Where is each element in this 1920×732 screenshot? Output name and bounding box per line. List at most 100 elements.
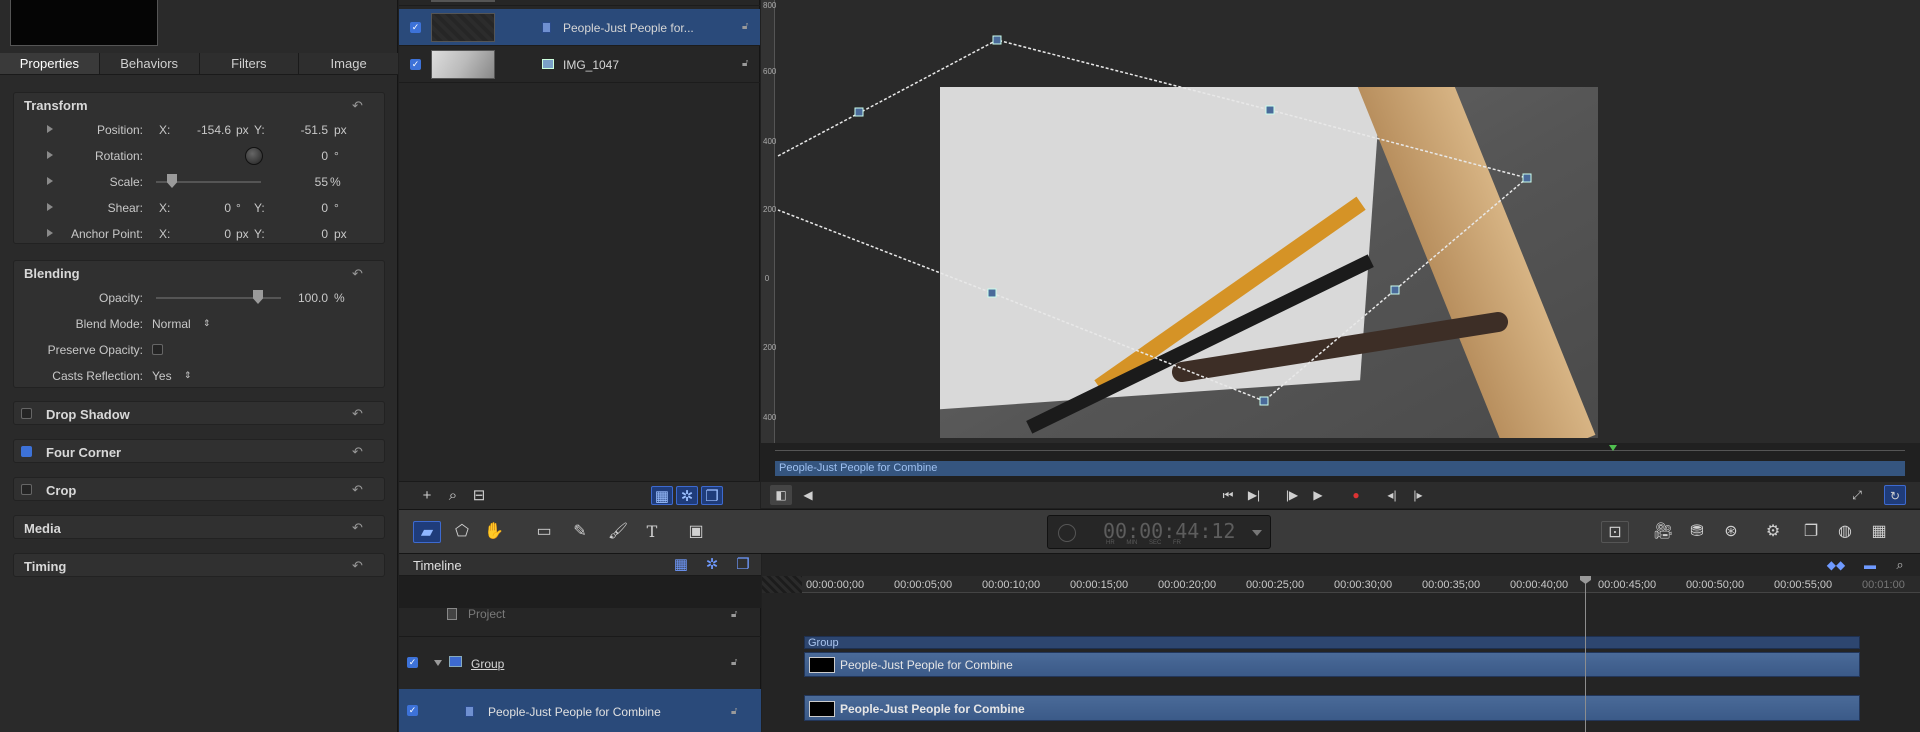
crop-reset-icon[interactable]: ↶: [352, 483, 364, 496]
timeline-ruler[interactable]: 00:00:00;00 00:00:05;00 00:00:10;00 00:0…: [762, 576, 1920, 593]
corner-handle[interactable]: [992, 35, 1002, 45]
filters-icon[interactable]: ◍: [1831, 521, 1859, 543]
crop-section[interactable]: Crop ↶: [13, 477, 385, 501]
show-layers-icon[interactable]: ▦: [670, 555, 692, 574]
opacity-field[interactable]: 100.0: [288, 291, 328, 305]
casts-reflection-select[interactable]: Yes: [152, 369, 172, 383]
four-corner-checkbox[interactable]: [21, 446, 32, 457]
edge-handle[interactable]: [987, 288, 997, 298]
four-corner-reset-icon[interactable]: ↶: [352, 445, 364, 458]
lock-icon[interactable]: 🔓︎: [742, 59, 752, 69]
mask-tool-icon[interactable]: ▣: [681, 521, 711, 543]
lock-icon[interactable]: 🔓︎: [731, 707, 741, 717]
four-corner-section[interactable]: Four Corner ↶: [13, 439, 385, 463]
crop-checkbox[interactable]: [21, 484, 32, 495]
play-range-end-icon[interactable]: |▸: [1407, 485, 1429, 505]
opacity-slider-thumb[interactable]: [253, 290, 263, 304]
toggle-panel-icon[interactable]: ◧: [770, 485, 792, 505]
blending-reset-icon[interactable]: ↶: [352, 267, 364, 280]
position-y-field[interactable]: -51.5: [276, 123, 328, 137]
corner-handle[interactable]: [1259, 396, 1269, 406]
transform-reset-icon[interactable]: ↶: [352, 99, 364, 112]
timing-section[interactable]: Timing ↶: [13, 553, 385, 577]
show-behaviors-icon[interactable]: ✲: [676, 486, 698, 505]
next-frame-icon[interactable]: |▶: [1281, 485, 1303, 505]
group-enable-checkbox[interactable]: ✓: [407, 657, 418, 668]
rectangle-tool-icon[interactable]: ▭: [531, 521, 557, 543]
lock-icon[interactable]: 🔓︎: [742, 22, 752, 32]
shear-disclosure-icon[interactable]: [47, 203, 53, 211]
bezier-tool-icon[interactable]: ✎: [567, 521, 593, 543]
shear-x-field[interactable]: 0: [194, 201, 231, 215]
anchor-x-field[interactable]: 0: [194, 227, 231, 241]
shear-y-field[interactable]: 0: [286, 201, 328, 215]
timing-reset-icon[interactable]: ↶: [352, 559, 364, 572]
select-transform-tool-icon[interactable]: ▰: [413, 521, 441, 543]
tab-behaviors[interactable]: Behaviors: [100, 53, 200, 74]
edge-handle[interactable]: [854, 107, 864, 117]
search-icon[interactable]: ⌕: [442, 486, 464, 505]
zoom-icon[interactable]: ⌕: [1890, 557, 1910, 573]
tab-image[interactable]: Image: [299, 53, 398, 74]
record-icon[interactable]: ●: [1345, 485, 1367, 505]
layer-row-people[interactable]: ✓ People-Just People for... 🔓︎: [399, 9, 760, 46]
timeline-layer-label[interactable]: People-Just People for Combine: [488, 705, 661, 719]
drop-shadow-checkbox[interactable]: [21, 408, 32, 419]
export-icon[interactable]: ⊡: [1601, 521, 1629, 543]
timeline-clip-selected[interactable]: People-Just People for Combine: [804, 695, 1860, 721]
camera-icon[interactable]: 🎥︎: [1649, 521, 1677, 543]
group-disclosure-icon[interactable]: [434, 660, 442, 666]
rotation-disclosure-icon[interactable]: [47, 151, 53, 159]
generator-icon[interactable]: ⛃: [1683, 521, 1711, 543]
mini-playhead-icon[interactable]: [1609, 445, 1617, 451]
play-range-start-icon[interactable]: ◂|: [1381, 485, 1403, 505]
media-reset-icon[interactable]: ↶: [352, 521, 364, 534]
media-section[interactable]: Media ↶: [13, 515, 385, 539]
scale-disclosure-icon[interactable]: [47, 177, 53, 185]
mini-timeline-clip[interactable]: People-Just People for Combine: [775, 461, 1905, 476]
position-x-field[interactable]: -154.6: [184, 123, 231, 137]
show-layers-icon[interactable]: ▦: [651, 486, 673, 505]
corner-handle[interactable]: [1522, 173, 1532, 183]
blend-mode-select[interactable]: Normal: [152, 317, 191, 331]
snapping-icon[interactable]: ◆◆: [1822, 557, 1850, 573]
show-behaviors-icon[interactable]: ✲: [701, 555, 723, 574]
drop-shadow-reset-icon[interactable]: ↶: [352, 407, 364, 420]
text-tool-icon[interactable]: T: [639, 521, 665, 543]
pan-tool-icon[interactable]: ✋: [479, 521, 509, 543]
timecode-display[interactable]: 00:00:44:12 HR MIN SEC FR: [1047, 515, 1271, 549]
loop-icon[interactable]: ↻: [1884, 485, 1906, 505]
casts-reflection-chevron-icon[interactable]: ⇕: [184, 370, 192, 381]
layer-name[interactable]: IMG_1047: [563, 58, 619, 72]
previous-frame-icon[interactable]: ▶|: [1243, 485, 1265, 505]
blend-mode-chevron-icon[interactable]: ⇕: [203, 318, 211, 329]
edge-handle[interactable]: [1390, 285, 1400, 295]
tab-properties[interactable]: Properties: [0, 53, 100, 74]
play-icon[interactable]: ▶: [1307, 485, 1329, 505]
four-corner-overlay[interactable]: [761, 0, 1920, 443]
layer-enable-checkbox[interactable]: ✓: [410, 22, 421, 33]
anchor-disclosure-icon[interactable]: [47, 229, 53, 237]
group-label[interactable]: Group: [471, 657, 504, 671]
anchor-y-field[interactable]: 0: [286, 227, 328, 241]
preserve-opacity-checkbox[interactable]: [152, 344, 163, 355]
behaviors-icon[interactable]: ❐: [1797, 521, 1825, 543]
layer-name[interactable]: People-Just People for...: [563, 21, 694, 35]
show-filters-icon[interactable]: ❐: [732, 555, 754, 574]
go-to-start-icon[interactable]: ⏮: [1217, 485, 1239, 505]
group-bar[interactable]: Group: [804, 636, 1860, 649]
show-filters-icon[interactable]: ❐: [701, 486, 723, 505]
particle-icon[interactable]: ⊛: [1715, 521, 1747, 543]
position-disclosure-icon[interactable]: [47, 125, 53, 133]
replicator-icon[interactable]: ⚙: [1759, 521, 1787, 543]
clip-audio-icon[interactable]: ▬: [1856, 557, 1884, 573]
audio-icon[interactable]: ◀: [797, 485, 819, 505]
lock-icon[interactable]: 🔓︎: [731, 658, 741, 668]
scale-field[interactable]: 55: [294, 175, 328, 189]
timecode-chevron-down-icon[interactable]: [1252, 530, 1262, 536]
edge-handle[interactable]: [1265, 105, 1275, 115]
drop-shadow-section[interactable]: Drop Shadow ↶: [13, 401, 385, 425]
tab-filters[interactable]: Filters: [200, 53, 300, 74]
layer-enable-checkbox[interactable]: ✓: [407, 705, 418, 716]
lock-icon[interactable]: 🔓︎: [731, 610, 741, 620]
